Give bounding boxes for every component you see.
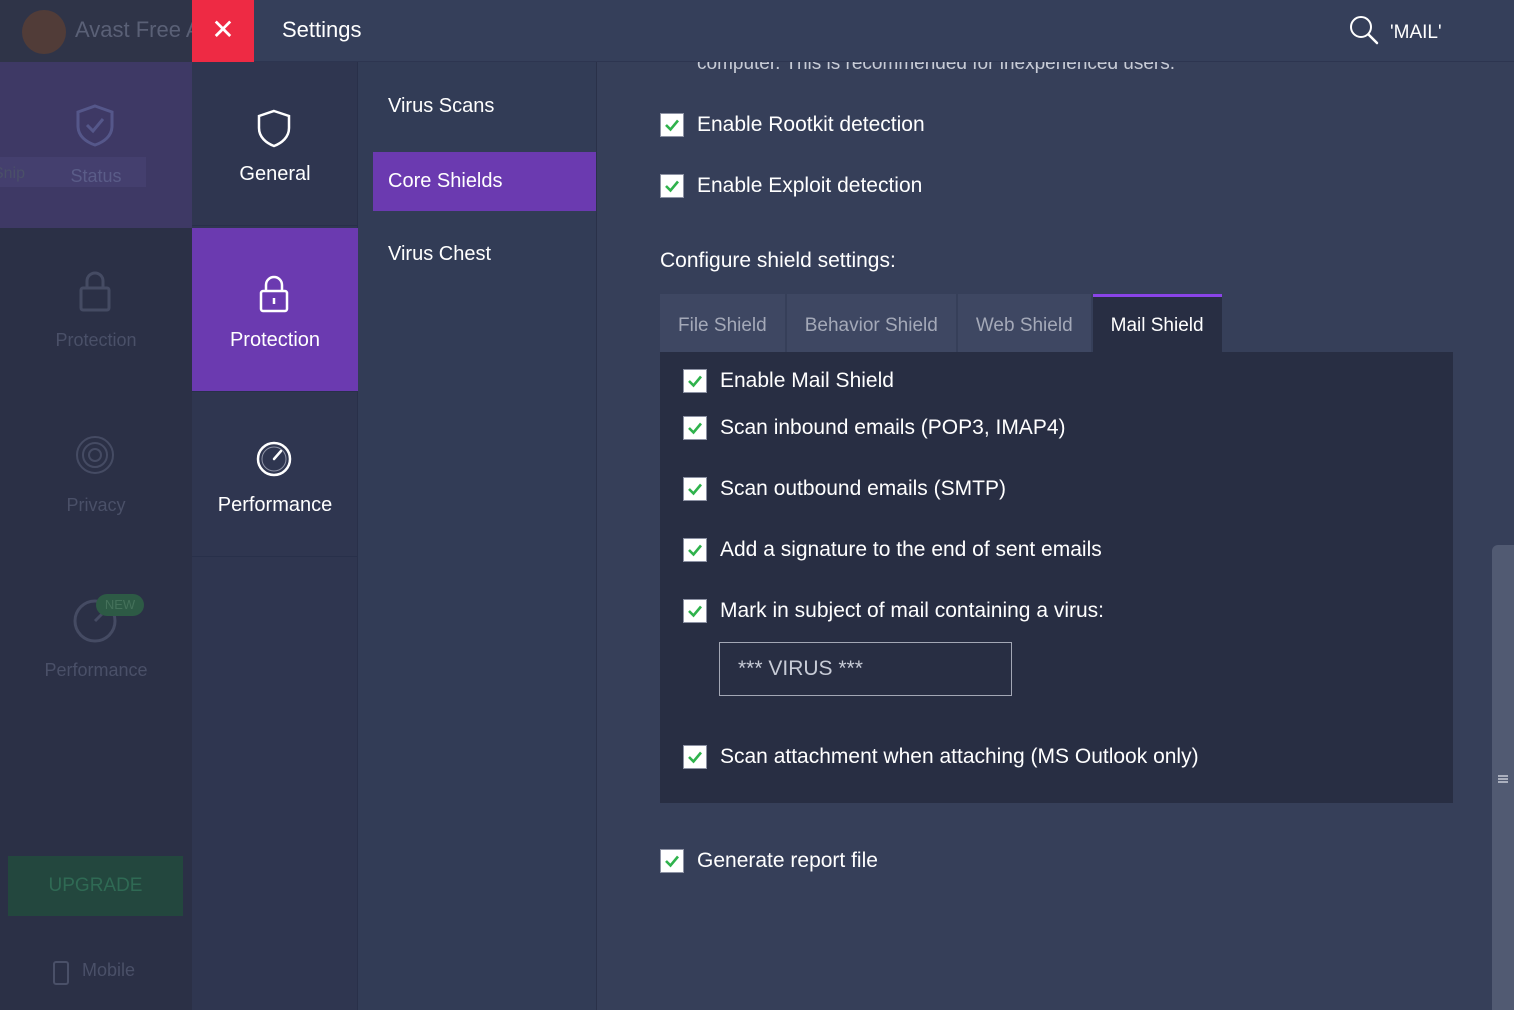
checkbox[interactable] <box>683 416 707 440</box>
exploit-option[interactable]: Enable Exploit detection <box>660 174 922 198</box>
background-app-titlebar: Avast Free A <box>0 0 201 62</box>
exploit-label: Enable Exploit detection <box>697 174 923 197</box>
tab-file-shield[interactable]: File Shield <box>660 294 785 352</box>
lock-icon <box>259 275 289 313</box>
fingerprint-icon <box>76 436 114 474</box>
shield-icon <box>257 109 291 148</box>
mail-option[interactable]: Enable Mail Shield <box>683 369 894 393</box>
checkbox[interactable] <box>683 477 707 501</box>
sub-nav: Virus Scans Core Shields Virus Chest <box>358 62 597 1010</box>
category-performance[interactable]: Performance <box>192 393 358 557</box>
settings-header: ✕ Settings 'MAIL' <box>192 0 1514 62</box>
checkbox[interactable] <box>660 113 684 137</box>
scrollbar[interactable] <box>1492 545 1514 1010</box>
mail-option-label: Enable Mail Shield <box>720 369 894 392</box>
upgrade-button: UPGRADE <box>8 856 183 916</box>
check-icon <box>688 544 702 557</box>
category-protection[interactable]: Protection <box>192 228 358 392</box>
category-performance-label: Performance <box>217 494 333 516</box>
check-icon <box>688 483 702 496</box>
background-app-sidebar: Avast Free A w Snip Status Protection Pr… <box>0 0 201 1010</box>
subnav-core-shields[interactable]: Core Shields <box>373 152 596 211</box>
mail-option-label: Scan attachment when attaching (MS Outlo… <box>720 745 1199 768</box>
shield-check-icon <box>76 104 114 147</box>
new-badge: NEW <box>96 594 144 616</box>
gauge-icon <box>256 441 292 477</box>
mail-option-label: Scan inbound emails (POP3, IMAP4) <box>720 416 1066 439</box>
mail-option-label: Mark in subject of mail containing a vir… <box>720 599 1104 622</box>
report-file-option[interactable]: Generate report file <box>660 849 878 873</box>
checkbox[interactable] <box>683 599 707 623</box>
checkbox[interactable] <box>660 849 684 873</box>
background-nav-status-label: Status <box>70 166 122 186</box>
check-icon <box>688 751 702 764</box>
check-icon <box>688 605 702 618</box>
checkbox[interactable] <box>660 174 684 198</box>
subnav-virus-scans[interactable]: Virus Scans <box>373 77 596 136</box>
mobile-link: Mobile <box>82 960 136 980</box>
mail-option-label: Add a signature to the end of sent email… <box>720 538 1102 561</box>
background-nav-privacy-label: Privacy <box>66 495 126 515</box>
category-general[interactable]: General <box>192 62 358 226</box>
mail-option[interactable]: Scan attachment when attaching (MS Outlo… <box>683 745 1199 769</box>
background-nav-performance-label: Performance <box>44 660 148 680</box>
category-nav: General Protection Performance <box>192 62 358 1010</box>
page-title: Settings <box>282 17 362 42</box>
scroll-grip-icon <box>1498 775 1508 783</box>
check-icon <box>688 375 702 388</box>
tab-behavior-shield[interactable]: Behavior Shield <box>786 294 956 352</box>
mail-option[interactable]: Scan outbound emails (SMTP) <box>683 477 1006 501</box>
rootkit-label: Enable Rootkit detection <box>697 113 925 136</box>
category-general-label: General <box>239 163 311 185</box>
search-icon[interactable] <box>1348 14 1380 46</box>
rootkit-option[interactable]: Enable Rootkit detection <box>660 113 925 137</box>
checkbox[interactable] <box>683 538 707 562</box>
mobile-icon <box>53 961 69 985</box>
tab-web-shield[interactable]: Web Shield <box>957 294 1091 352</box>
check-icon <box>688 422 702 435</box>
settings-content: computer. This is recommended for inexpe… <box>597 62 1514 1010</box>
checkbox[interactable] <box>683 745 707 769</box>
background-nav-protection-label: Protection <box>55 330 137 350</box>
background-app-title: Avast Free A <box>75 17 201 42</box>
mail-option[interactable]: Mark in subject of mail containing a vir… <box>683 599 1104 623</box>
close-settings-button[interactable]: ✕ <box>192 0 254 62</box>
section-title: Configure shield settings: <box>660 249 896 272</box>
lock-icon <box>79 271 111 312</box>
search-query[interactable]: 'MAIL' <box>1390 22 1442 44</box>
avast-logo-icon <box>22 10 66 54</box>
category-protection-label: Protection <box>229 329 321 351</box>
check-icon <box>665 180 679 193</box>
subnav-virus-chest[interactable]: Virus Chest <box>373 225 596 284</box>
report-file-label: Generate report file <box>697 849 878 872</box>
shield-tabs: File Shield Behavior Shield Web Shield M… <box>660 294 1224 352</box>
checkbox[interactable] <box>683 369 707 393</box>
mail-shield-panel: Enable Mail Shield Scan inbound emails (… <box>660 352 1453 803</box>
tab-mail-shield[interactable]: Mail Shield <box>1092 294 1222 352</box>
mail-option[interactable]: Add a signature to the end of sent email… <box>683 538 1102 562</box>
check-icon <box>665 855 679 868</box>
mail-option[interactable]: Scan inbound emails (POP3, IMAP4) <box>683 416 1066 440</box>
clipped-description: computer. This is recommended for inexpe… <box>697 62 1176 74</box>
mail-option-label: Scan outbound emails (SMTP) <box>720 477 1006 500</box>
check-icon <box>665 119 679 132</box>
virus-subject-input[interactable] <box>719 642 1012 696</box>
